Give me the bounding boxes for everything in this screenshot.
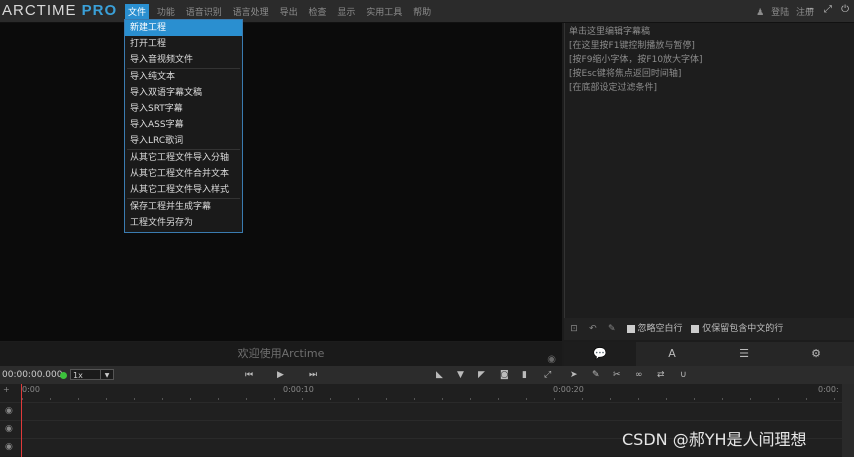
mark-in-icon[interactable]: ◣ [436,366,443,384]
menu-file[interactable]: 文件 [125,4,150,19]
status-dot [60,372,67,379]
add-track-icon[interactable]: + [3,385,10,394]
ruler-tick: 0:00:10 [283,385,314,394]
cut-icon[interactable]: ✂ [613,366,621,384]
editor-hint-line: [按Esc键将焦点返回时间轴] [569,69,682,79]
menu-item-import-lrc[interactable]: 导入LRC歌词 [125,133,242,149]
tab-style[interactable]: A [636,342,708,366]
login-link[interactable]: 登陆 [771,8,789,18]
menu-display[interactable]: 显示 [334,4,358,19]
menu-tools[interactable]: 实用工具 [363,4,405,19]
menu-speech-recognition[interactable]: 语音识别 [183,4,225,19]
zoom-controls[interactable] [842,384,854,457]
menu-item-open-project[interactable]: 打开工程 [125,36,242,52]
link-icon[interactable]: ∞ [635,366,643,384]
menu-function[interactable]: 功能 [154,4,178,19]
logo-pro: PRO [81,2,118,19]
ruler-tick: 0:00 [22,385,40,394]
main-menu: 文件 功能 语音识别 语言处理 导出 检查 显示 实用工具 帮助 [125,4,436,19]
tab-list[interactable]: ☰ [708,342,780,366]
file-menu-dropdown: 新建工程 打开工程 导入音视频文件 导入纯文本 导入双语字幕文稿 导入SRT字幕… [124,19,243,233]
ruler-marks [22,398,842,400]
user-icon: ♟ [756,8,765,18]
menu-item-import-media[interactable]: 导入音视频文件 [125,52,242,68]
cursor-icon[interactable]: ➤ [570,366,578,384]
next-icon[interactable]: ⏭ [309,366,317,384]
menu-item-import-style[interactable]: 从其它工程文件导入样式 [125,182,242,198]
eye-icon[interactable]: ◉ [5,424,13,434]
video-preview[interactable] [0,23,562,341]
eye-icon[interactable]: ◉ [5,406,13,416]
menu-help[interactable]: 帮助 [410,4,434,19]
auth-links: ♟ 登陆 注册 [752,5,814,18]
menu-item-merge-text[interactable]: 从其它工程文件合并文本 [125,166,242,182]
time-ruler[interactable]: + 0:00 0:00:10 0:00:20 0:00: [0,384,854,402]
menu-item-import-timing[interactable]: 从其它工程文件导入分轴 [125,150,242,166]
bookmark-icon[interactable]: ▮ [522,366,527,384]
welcome-bar: 欢迎使用Arctime ◉ [0,342,562,366]
editor-options: ⊡ ↶ ✎ 忽略空白行 仅保留包含中文的行 [564,318,854,340]
menu-check[interactable]: 检查 [305,4,329,19]
menu-item-import-ass[interactable]: 导入ASS字幕 [125,117,242,133]
editor-hint-line: [在底部设定过滤条件] [569,83,658,93]
edit-icon[interactable]: ✎ [592,366,600,384]
editor-hint-line: 单击这里编辑字幕稿 [569,27,651,37]
mark-out-icon[interactable]: ◤ [478,366,485,384]
swap-icon[interactable]: ⇄ [657,366,665,384]
clear-icon[interactable]: ⊡ [568,318,580,340]
menu-item-save-generate[interactable]: 保存工程并生成字幕 [125,199,242,215]
ruler-tick: 0:00: [818,385,839,394]
camera-icon[interactable]: ◙ [500,366,509,384]
menu-item-import-text[interactable]: 导入纯文本 [125,69,242,85]
app-logo: ARCTIME PRO [2,2,117,19]
subtitle-editor[interactable]: 单击这里编辑字幕稿 [在这里按F1键控制播放与暂停] [按F9缩小字体，按F10… [564,23,854,318]
menu-export[interactable]: 导出 [277,4,301,19]
play-icon[interactable]: ▶ [277,366,284,384]
expand-icon[interactable]: ⤢ [544,366,551,384]
editor-hint-line: [在这里按F1键控制播放与暂停] [569,41,695,51]
logo-main: ARCTIME [2,2,77,19]
magnet-icon[interactable]: ∪ [680,366,687,384]
track-row[interactable]: ◉ [0,402,854,420]
menu-language-processing[interactable]: 语言处理 [230,4,272,19]
eye-icon[interactable]: ◉ [5,442,13,452]
undo-icon[interactable]: ↶ [587,318,599,340]
prev-icon[interactable]: ⏮ [245,366,253,384]
menu-item-import-srt[interactable]: 导入SRT字幕 [125,101,242,117]
ignore-empty-label: 忽略空白行 [637,324,683,334]
ruler-tick: 0:00:20 [553,385,584,394]
keep-chinese-checkbox[interactable] [691,324,700,333]
keep-chinese-label: 仅保留包含中文的行 [702,324,784,334]
panel-tabs: 💬 A ☰ ⚙ [564,342,854,366]
playhead[interactable] [21,384,22,457]
welcome-text: 欢迎使用Arctime [237,347,325,360]
menu-item-new-project[interactable]: 新建工程 [125,20,242,36]
pen-icon[interactable]: ✎ [606,318,618,340]
menu-item-save-as[interactable]: 工程文件另存为 [125,215,242,231]
tab-subtitles[interactable]: 💬 [564,342,636,366]
editor-hint-line: [按F9缩小字体，按F10放大字体] [569,55,703,65]
chevron-down-icon: ▼ [100,370,113,379]
watermark-text: CSDN @郝YH是人间理想 [622,430,807,449]
playback-rate-select[interactable]: 1x ▼ [70,369,114,380]
menu-item-import-bilingual[interactable]: 导入双语字幕文稿 [125,85,242,101]
tab-settings[interactable]: ⚙ [780,342,852,366]
timeline-toolbar: 00:00:00.000 1x ▼ ⏮ ▶ ⏭ ◣ ▼ ◤ ◙ ▮ ⤢ ➤ ✎ … [0,366,854,384]
window-controls[interactable]: − ⤢ ⏻ [806,4,852,15]
ignore-empty-checkbox[interactable] [626,324,635,333]
timecode: 00:00:00.000 [2,370,63,380]
playback-rate-value: 1x [73,371,83,380]
mark-down-icon[interactable]: ▼ [457,366,464,384]
